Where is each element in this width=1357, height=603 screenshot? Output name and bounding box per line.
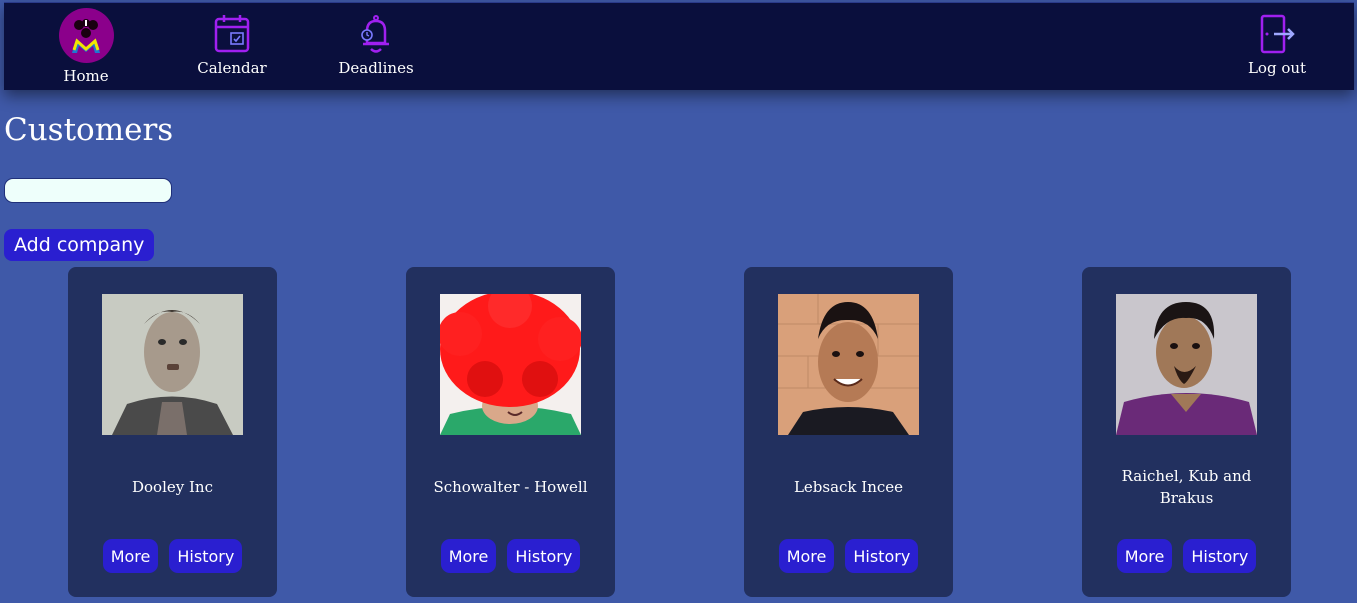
customer-card: Dooley Inc More History xyxy=(68,267,277,597)
customer-avatar xyxy=(102,294,243,435)
calendar-icon xyxy=(214,15,250,53)
nav-deadlines[interactable]: Deadlines xyxy=(332,13,420,100)
customer-name: Raichel, Kub and Brakus xyxy=(1121,467,1252,507)
search-input[interactable] xyxy=(4,178,172,203)
more-button[interactable]: More xyxy=(440,539,497,573)
more-button[interactable]: More xyxy=(778,539,835,573)
nav-home-label: Home xyxy=(63,67,109,85)
bell-icon xyxy=(361,15,389,53)
add-company-button[interactable]: Add company xyxy=(4,229,155,261)
customer-avatar xyxy=(1116,294,1257,435)
logout-icon xyxy=(1260,14,1295,54)
customer-avatar xyxy=(440,294,581,435)
customer-name: Lebsack Incee xyxy=(793,478,904,496)
more-button[interactable]: More xyxy=(102,539,159,573)
nav-logout[interactable]: Log out xyxy=(1242,13,1312,100)
history-button[interactable]: History xyxy=(845,539,919,573)
history-button[interactable]: History xyxy=(507,539,581,573)
nav-calendar[interactable]: Calendar xyxy=(192,13,272,100)
customer-card: Lebsack Incee More History xyxy=(744,267,953,597)
more-button[interactable]: More xyxy=(1116,539,1173,573)
customer-card: Schowalter - Howell More History xyxy=(406,267,615,597)
customer-card: Raichel, Kub and Brakus More History xyxy=(1082,267,1291,597)
history-button[interactable]: History xyxy=(1183,539,1257,573)
customer-name: Schowalter - Howell xyxy=(433,478,588,496)
nav-deadlines-label: Deadlines xyxy=(338,59,414,77)
history-button[interactable]: History xyxy=(169,539,243,573)
customer-avatar xyxy=(778,294,919,435)
app-logo-icon xyxy=(58,8,114,63)
nav-logout-label: Log out xyxy=(1247,59,1307,77)
nav-home[interactable]: Home xyxy=(56,3,116,90)
top-navbar: Home Calendar Deadlines Log out xyxy=(4,2,1354,90)
customer-name: Dooley Inc xyxy=(132,478,213,496)
nav-calendar-label: Calendar xyxy=(197,59,267,77)
page-title: Customers xyxy=(4,112,174,148)
